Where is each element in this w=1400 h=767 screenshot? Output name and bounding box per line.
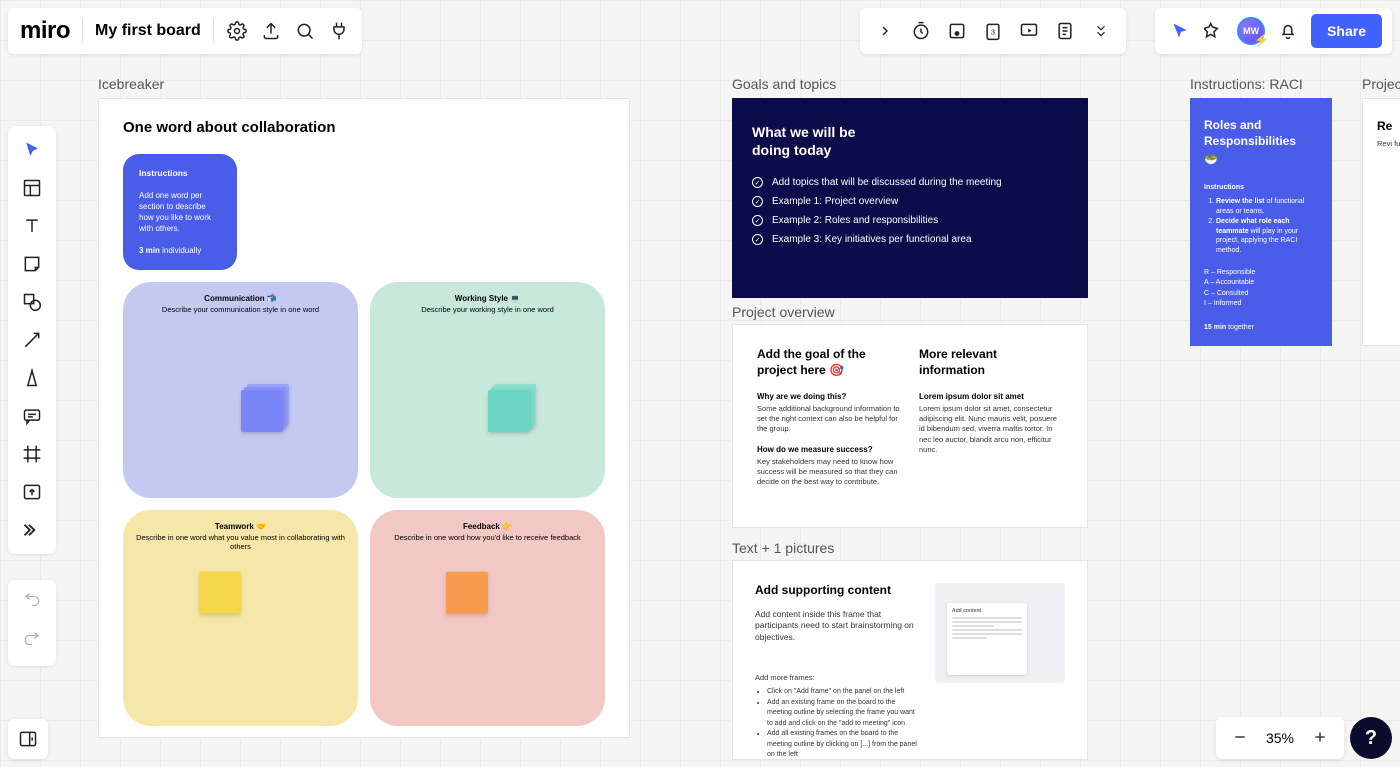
section-feedback[interactable]: Feedback 👉 Describe in one word how you'… xyxy=(370,510,605,726)
proj-q: Why are we doing this? xyxy=(757,392,901,401)
raci-heading: Roles and Responsibilities xyxy=(1204,118,1318,149)
section-teamwork[interactable]: Teamwork 🤝 Describe in one word what you… xyxy=(123,510,358,726)
instructions-timing: 3 min individually xyxy=(139,245,221,256)
frame-project-overview[interactable]: Add the goal of the project here 🎯 Why a… xyxy=(732,324,1088,528)
textpic-body: Add content inside this frame that parti… xyxy=(755,609,921,643)
frame-label-raci[interactable]: Instructions: RACI xyxy=(1190,76,1303,92)
raci-timing: 15 min together xyxy=(1204,324,1318,331)
frame-icebreaker[interactable]: One word about collaboration Instruction… xyxy=(98,98,630,738)
section-desc: Describe your working style in one word xyxy=(382,305,593,314)
raci-steps: Review the list of functional areas or t… xyxy=(1216,197,1318,256)
section-desc: Describe in one word what you value most… xyxy=(135,533,346,551)
pic-placeholder[interactable]: Add content xyxy=(935,583,1065,683)
canvas[interactable]: Icebreaker One word about collaboration … xyxy=(0,0,1400,767)
proj-a: Some additional background information t… xyxy=(757,404,901,434)
frame-textpic[interactable]: Add supporting content Add content insid… xyxy=(732,560,1088,760)
proj-right: More relevant information Lorem ipsum do… xyxy=(919,347,1063,505)
sticky[interactable] xyxy=(220,593,262,635)
section-title: Communication 📬 xyxy=(135,294,346,303)
check-icon: ✓ xyxy=(752,196,763,207)
proj-heading: Add the goal of the project here 🎯 xyxy=(757,347,901,378)
zoom-out-icon[interactable] xyxy=(1232,729,1248,748)
frame-goals[interactable]: What we will bedoing today ✓Add topics t… xyxy=(732,98,1088,298)
textpic-left: Add supporting content Add content insid… xyxy=(755,583,921,761)
raci-emoji: 🥗 xyxy=(1204,153,1318,166)
section-title: Feedback 👉 xyxy=(382,522,593,531)
check-icon: ✓ xyxy=(752,234,763,245)
section-desc: Describe your communication style in one… xyxy=(135,305,346,314)
help-button[interactable]: ? xyxy=(1350,717,1392,759)
check-icon: ✓ xyxy=(752,177,763,188)
check-icon: ✓ xyxy=(752,215,763,226)
raci-instr-h: Instructions xyxy=(1204,184,1318,191)
frame-project2[interactable]: Re Revi funi xyxy=(1362,98,1400,346)
section-desc: Describe in one word how you'd like to r… xyxy=(382,533,593,542)
instructions-card[interactable]: Instructions Add one word per section to… xyxy=(123,154,237,270)
frame-label-textpic[interactable]: Text + 1 pictures xyxy=(732,540,834,556)
proj-q: Lorem ipsum dolor sit amet xyxy=(919,392,1063,401)
goals-item[interactable]: ✓Add topics that will be discussed durin… xyxy=(752,177,1068,188)
proj2-heading: Re xyxy=(1377,119,1400,133)
frame-label-icebreaker[interactable]: Icebreaker xyxy=(98,76,164,92)
proj-q: How do we measure success? xyxy=(757,445,901,454)
proj-a: Key stakeholders may need to know how su… xyxy=(757,457,901,487)
zoom-in-icon[interactable] xyxy=(1312,729,1328,748)
section-title: Working Style 💻 xyxy=(382,294,593,303)
zoom-bar: 35% xyxy=(1216,717,1344,759)
instructions-title: Instructions xyxy=(139,168,221,180)
frame-label-goals[interactable]: Goals and topics xyxy=(732,76,836,92)
goals-item[interactable]: ✓Example 2: Roles and responsibilities xyxy=(752,215,1068,226)
textpic-bullets: Click on "Add frame" on the panel on the… xyxy=(767,687,921,761)
sticky[interactable] xyxy=(467,593,509,635)
goals-heading: What we will bedoing today xyxy=(752,124,1068,159)
zoom-level[interactable]: 35% xyxy=(1266,730,1294,746)
section-title: Teamwork 🤝 xyxy=(135,522,346,531)
frame-label-project[interactable]: Project overview xyxy=(732,304,835,320)
proj-a: Lorem ipsum dolor sit amet, consectetur … xyxy=(919,404,1063,455)
icebreaker-heading: One word about collaboration xyxy=(123,119,605,136)
proj2-body: Revi funi xyxy=(1377,139,1400,149)
proj-heading: More relevant information xyxy=(919,347,1063,378)
sections-grid: Communication 📬 Describe your communicat… xyxy=(123,282,605,726)
frame-label-project2[interactable]: Project xyxy=(1362,76,1400,92)
textpic-more: Add more frames: xyxy=(755,673,921,682)
textpic-heading: Add supporting content xyxy=(755,583,921,599)
goals-item[interactable]: ✓Example 1: Project overview xyxy=(752,196,1068,207)
raci-legend: R – Responsible A – Accountable C – Cons… xyxy=(1204,268,1318,310)
section-communication[interactable]: Communication 📬 Describe your communicat… xyxy=(123,282,358,498)
frame-raci[interactable]: Roles and Responsibilities 🥗 Instruction… xyxy=(1190,98,1332,346)
goals-item[interactable]: ✓Example 3: Key initiatives per function… xyxy=(752,234,1068,245)
instructions-body: Add one word per section to describe how… xyxy=(139,190,221,235)
proj-left: Add the goal of the project here 🎯 Why a… xyxy=(757,347,901,505)
section-workingstyle[interactable]: Working Style 💻 Describe your working st… xyxy=(370,282,605,498)
